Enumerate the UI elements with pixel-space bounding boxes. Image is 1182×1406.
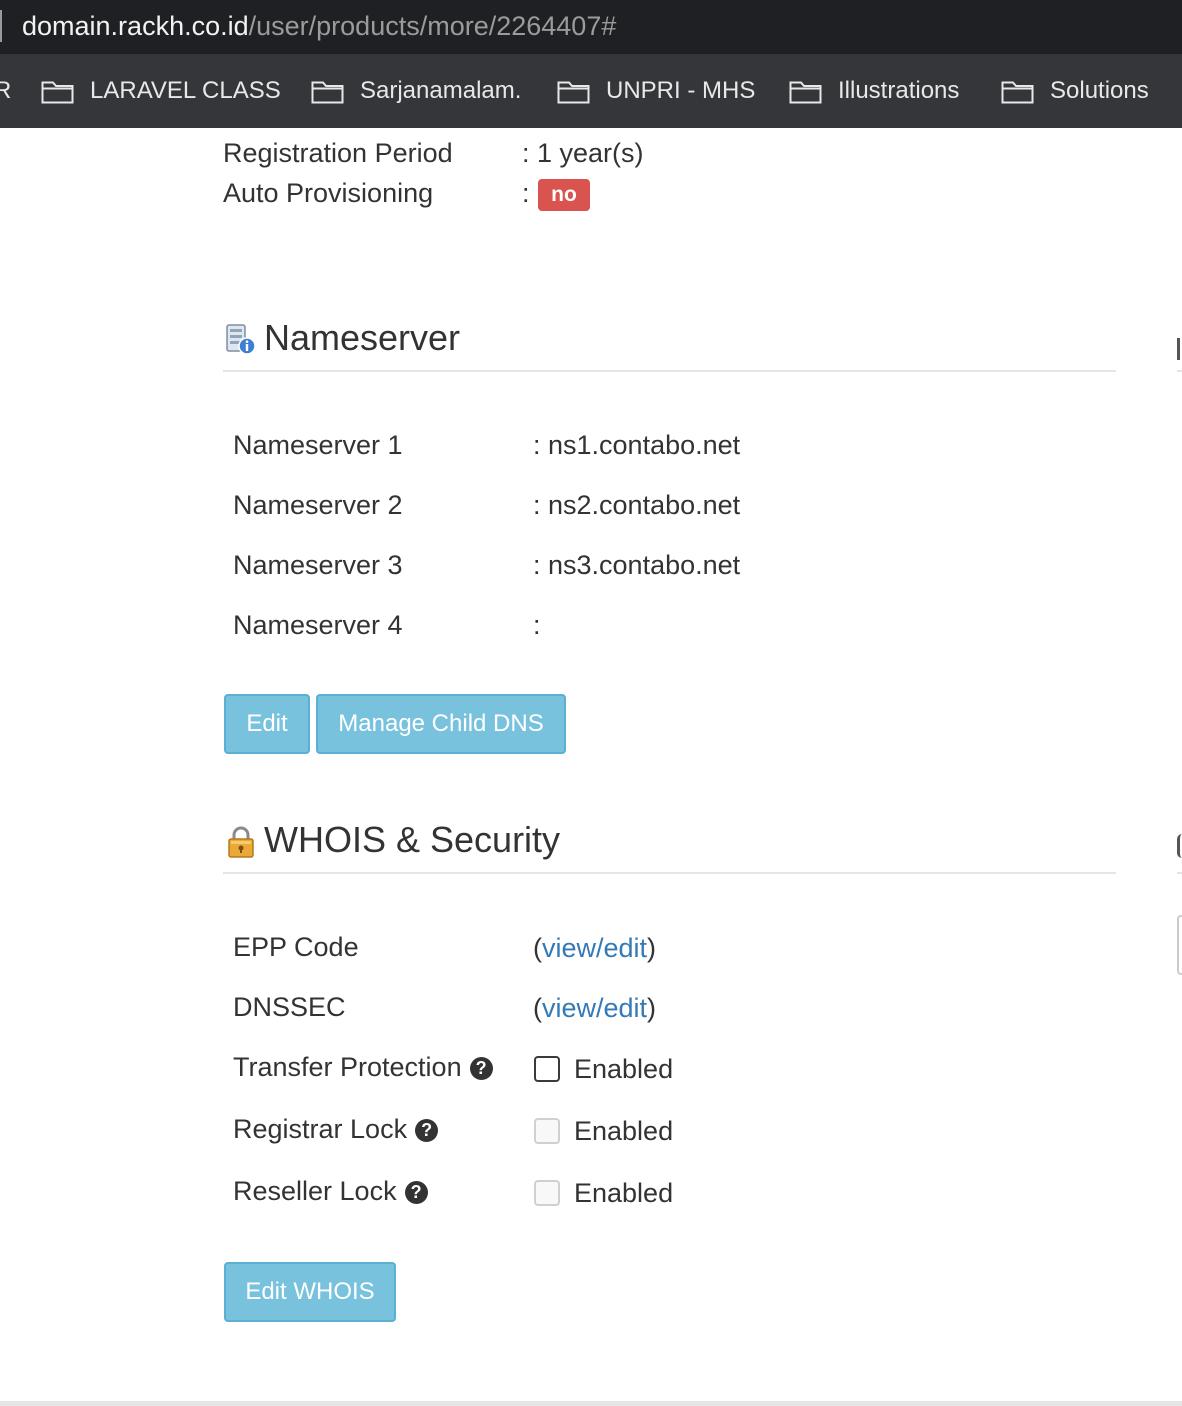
question-circle-icon[interactable]: ? — [404, 1181, 428, 1204]
registration-period-value: : 1 year(s) — [522, 138, 644, 168]
text-cursor — [0, 10, 2, 42]
registrar-lock-label: Registrar Lock — [233, 1114, 408, 1144]
bookmark-label: UNPRI - MHS — [606, 77, 756, 104]
right-column-fragment — [1177, 834, 1182, 858]
edit-whois-button[interactable]: Edit WHOIS — [224, 1262, 396, 1322]
transfer-protection-checkbox[interactable] — [534, 1056, 560, 1082]
bookmarks-bar: R LARAVEL CLASS Sarjanamalam. UNPRI - MH… — [0, 54, 1182, 128]
paren-open: ( — [533, 933, 542, 963]
bookmark-label: Illustrations — [838, 77, 960, 104]
paren-close: ) — [647, 933, 657, 963]
auto-provisioning-status-badge: no — [538, 179, 590, 211]
bookmark-folder-sarjanamalam[interactable]: Sarjanamalam. — [311, 74, 521, 108]
dnssec-view-edit-link[interactable]: view/edit — [542, 993, 647, 1023]
bookmark-folder-unpri-mhs[interactable]: UNPRI - MHS — [557, 74, 755, 108]
right-column-panel-edge[interactable] — [1177, 915, 1182, 975]
bookmark-label: LARAVEL CLASS — [90, 77, 281, 104]
folder-icon — [789, 81, 822, 104]
epp-code-view-edit-link[interactable]: view/edit — [542, 933, 647, 963]
registrar-lock-enabled-label: Enabled — [574, 1116, 674, 1146]
nameserver-2-value: : ns2.contabo.net — [533, 490, 741, 520]
auto-provisioning-separator: : — [522, 178, 530, 208]
browser-url-bar[interactable]: domain.rackh.co.id/user/products/more/22… — [0, 0, 1182, 54]
nameserver-1-label: Nameserver 1 — [233, 430, 403, 460]
transfer-protection-label: Transfer Protection — [233, 1052, 462, 1082]
bookmark-folder-laravel-class[interactable]: LARAVEL CLASS — [41, 74, 281, 108]
bookmark-folder-solutions[interactable]: Solutions — [1001, 74, 1149, 108]
address-field[interactable]: domain.rackh.co.id/user/products/more/22… — [22, 9, 616, 43]
paren-open: ( — [533, 993, 542, 1023]
nameserver-3-value: : ns3.contabo.net — [533, 550, 741, 580]
page-bottom-divider — [0, 1401, 1182, 1406]
folder-icon — [1001, 81, 1034, 104]
bookmark-folder-illustrations[interactable]: Illustrations — [789, 74, 959, 108]
right-column-divider — [1177, 370, 1182, 372]
epp-code-value: (view/edit) — [533, 931, 656, 965]
right-column-fragment — [1177, 338, 1182, 360]
padlock-icon — [228, 826, 254, 858]
transfer-protection-row: Transfer Protection? — [233, 1050, 493, 1084]
nameserver-3-label: Nameserver 3 — [233, 550, 403, 580]
registrar-lock-checkbox — [534, 1118, 560, 1144]
nameserver-section-header: Nameserver — [223, 317, 1116, 372]
paren-close: ) — [647, 993, 657, 1023]
question-circle-icon[interactable]: ? — [469, 1057, 493, 1080]
nameserver-1-value: : ns1.contabo.net — [533, 430, 741, 460]
bookmark-cut-off[interactable]: R — [0, 75, 11, 107]
nameserver-4-value: : — [533, 610, 541, 640]
reseller-lock-row: Reseller Lock? — [233, 1174, 428, 1208]
url-path: /user/products/more/2264407# — [248, 11, 617, 41]
registration-period-label: Registration Period — [223, 138, 453, 168]
nameserver-4-label: Nameserver 4 — [233, 610, 403, 640]
edit-nameserver-button[interactable]: Edit — [224, 694, 310, 754]
server-info-icon — [226, 324, 256, 355]
folder-icon — [41, 81, 74, 104]
auto-provisioning-label: Auto Provisioning — [223, 178, 434, 208]
reseller-lock-enabled-label: Enabled — [574, 1178, 674, 1208]
reseller-lock-label: Reseller Lock — [233, 1176, 397, 1206]
bookmark-label: Solutions — [1050, 77, 1149, 104]
question-circle-icon[interactable]: ? — [415, 1119, 439, 1142]
dnssec-label: DNSSEC — [233, 992, 346, 1022]
whois-security-section-header: WHOIS & Security — [223, 819, 1116, 874]
whois-security-section-title: WHOIS & Security — [264, 819, 561, 860]
nameserver-2-label: Nameserver 2 — [233, 490, 403, 520]
epp-code-label: EPP Code — [233, 932, 359, 962]
bookmark-label: Sarjanamalam. — [360, 77, 522, 104]
dnssec-value: (view/edit) — [533, 991, 656, 1025]
folder-icon — [311, 81, 344, 104]
transfer-protection-enabled-label[interactable]: Enabled — [574, 1052, 673, 1086]
registrar-lock-row: Registrar Lock? — [233, 1112, 439, 1146]
folder-icon — [557, 81, 590, 104]
url-host: domain.rackh.co.id — [22, 11, 249, 41]
manage-child-dns-button[interactable]: Manage Child DNS — [316, 694, 566, 754]
reseller-lock-checkbox — [534, 1180, 560, 1206]
right-column-divider — [1177, 872, 1182, 874]
nameserver-section-title: Nameserver — [264, 317, 461, 358]
